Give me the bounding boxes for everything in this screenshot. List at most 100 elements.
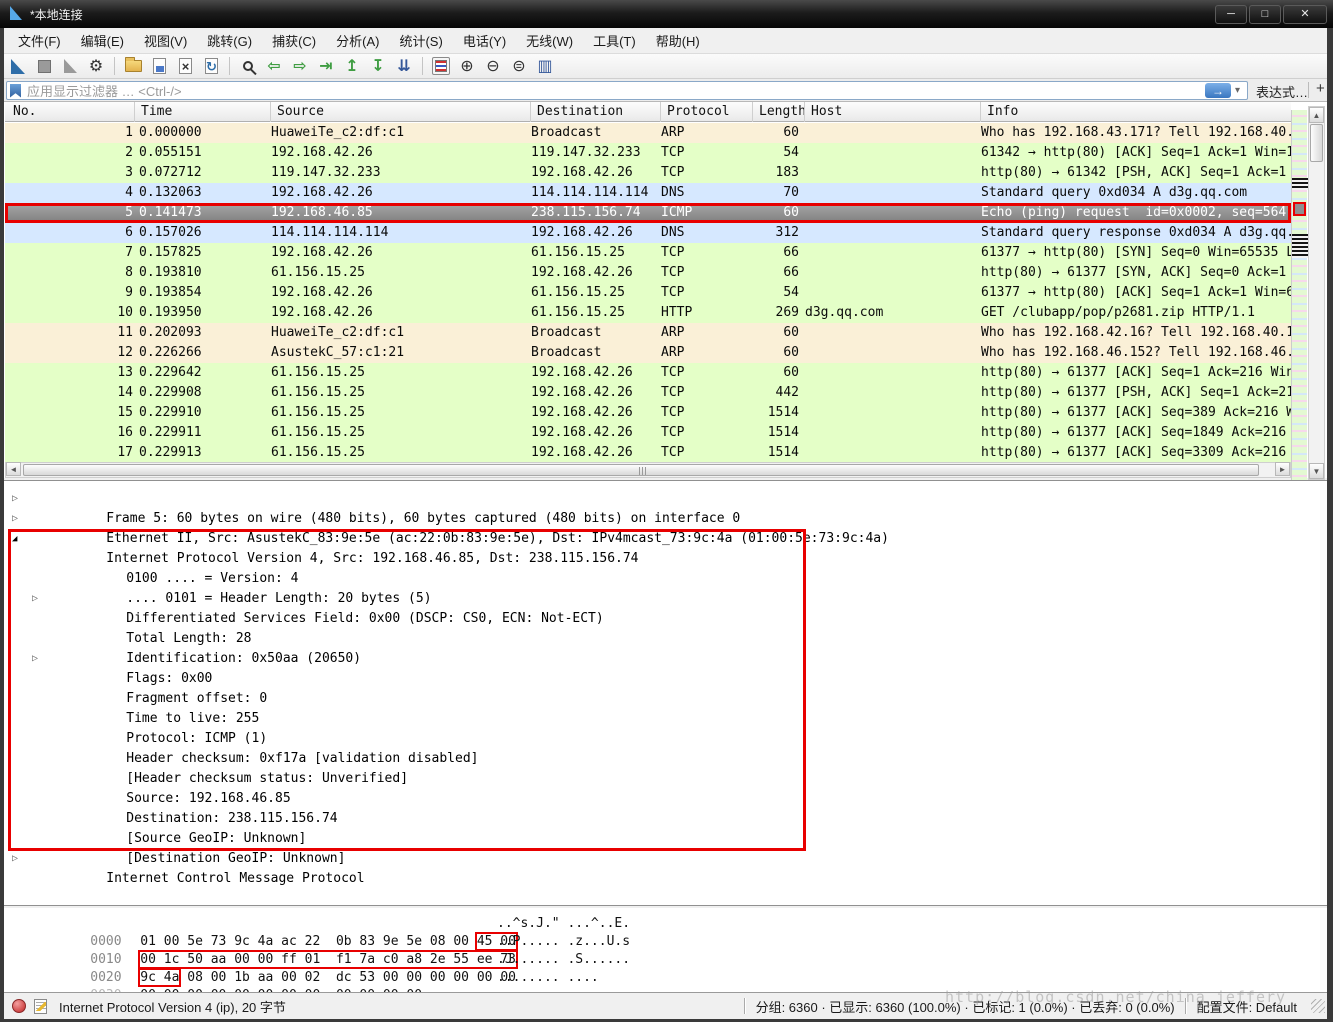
column-header-info[interactable]: Info bbox=[981, 102, 1291, 122]
packet-row[interactable]: 4 0.132063 192.168.42.26 114.114.114.114… bbox=[5, 183, 1291, 203]
detail-line[interactable]: Header checksum: 0xf17a [validation disa… bbox=[0, 729, 1333, 749]
start-capture-icon[interactable] bbox=[6, 55, 30, 77]
filter-bookmark-icon[interactable] bbox=[10, 84, 21, 98]
scroll-left-icon[interactable]: ◄ bbox=[6, 462, 21, 476]
packet-row[interactable]: 17 0.229913 61.156.15.25 192.168.42.26 T… bbox=[5, 443, 1291, 463]
hex-row[interactable]: 003000 00 00 00 00 00 00 00 00 00 00 00 … bbox=[12, 969, 1333, 987]
vertical-scrollbar-thumb[interactable] bbox=[1310, 124, 1323, 162]
menu-item[interactable]: 视图(V) bbox=[134, 27, 197, 54]
detail-line[interactable]: [Header checksum status: Unverified] bbox=[0, 749, 1333, 769]
apply-filter-button[interactable]: → bbox=[1205, 83, 1231, 98]
column-header-host[interactable]: Host bbox=[805, 102, 981, 122]
open-file-icon[interactable] bbox=[121, 55, 145, 77]
packet-row[interactable]: 7 0.157825 192.168.42.26 61.156.15.25 TC… bbox=[5, 243, 1291, 263]
detail-line[interactable]: .... 0101 = Header Length: 20 bytes (5) bbox=[0, 569, 1333, 589]
column-header-destination[interactable]: Destination bbox=[531, 102, 661, 122]
detail-line[interactable]: Fragment offset: 0 bbox=[0, 669, 1333, 689]
close-button[interactable]: ✕ bbox=[1283, 5, 1327, 24]
packet-row[interactable]: 12 0.226266 AsustekC_57:c1:21 Broadcast … bbox=[5, 343, 1291, 363]
detail-line[interactable]: Internet Control Message Protocol bbox=[0, 849, 1333, 869]
menu-item[interactable]: 工具(T) bbox=[583, 27, 646, 54]
status-profile[interactable]: 配置文件: Default bbox=[1197, 997, 1297, 1016]
go-back-icon[interactable]: ⇦ bbox=[262, 55, 286, 77]
menu-item[interactable]: 文件(F) bbox=[8, 27, 71, 54]
add-filter-button[interactable]: + bbox=[1316, 80, 1325, 97]
column-header-no[interactable]: No. bbox=[5, 102, 135, 122]
detail-line[interactable]: Time to live: 255 bbox=[0, 689, 1333, 709]
menu-item[interactable]: 无线(W) bbox=[516, 27, 583, 54]
menu-item[interactable]: 编辑(E) bbox=[71, 27, 134, 54]
menu-item[interactable]: 帮助(H) bbox=[646, 27, 710, 54]
packet-row[interactable]: 16 0.229911 61.156.15.25 192.168.42.26 T… bbox=[5, 423, 1291, 443]
detail-line[interactable]: Total Length: 28 bbox=[0, 609, 1333, 629]
hex-row[interactable]: 000001 00 5e 73 9c 4a ac 22 0b 83 9e 5e … bbox=[12, 915, 1333, 933]
display-filter-input[interactable]: 应用显示过滤器 … <Ctrl-/> → ▾ bbox=[6, 81, 1248, 100]
detail-line[interactable]: Internet Protocol Version 4, Src: 192.16… bbox=[0, 529, 1333, 549]
detail-line[interactable]: Frame 5: 60 bytes on wire (480 bits), 60… bbox=[0, 489, 1333, 509]
detail-line[interactable]: Identification: 0x50aa (20650) bbox=[0, 629, 1333, 649]
hex-row[interactable]: 00209c 4a 08 00 1b aa 00 02 dc 53 00 00 … bbox=[12, 951, 1333, 969]
expression-button[interactable]: 表达式… bbox=[1256, 82, 1308, 101]
menu-item[interactable]: 电话(Y) bbox=[453, 27, 516, 54]
horizontal-scrollbar-thumb[interactable] bbox=[23, 464, 1259, 476]
detail-line[interactable]: [Source GeoIP: Unknown] bbox=[0, 809, 1333, 829]
menu-item[interactable]: 跳转(G) bbox=[197, 27, 262, 54]
menu-item[interactable]: 捕获(C) bbox=[262, 27, 326, 54]
column-header-source[interactable]: Source bbox=[271, 102, 531, 122]
packet-row[interactable]: 14 0.229908 61.156.15.25 192.168.42.26 T… bbox=[5, 383, 1291, 403]
go-forward-icon[interactable]: ⇨ bbox=[288, 55, 312, 77]
go-to-bottom-icon[interactable]: ↧ bbox=[366, 55, 390, 77]
packet-row[interactable]: 13 0.229642 61.156.15.25 192.168.42.26 T… bbox=[5, 363, 1291, 383]
expert-info-icon[interactable] bbox=[12, 999, 26, 1013]
find-packet-icon[interactable] bbox=[236, 55, 260, 77]
packet-row[interactable]: 15 0.229910 61.156.15.25 192.168.42.26 T… bbox=[5, 403, 1291, 423]
scroll-up-icon[interactable]: ▲ bbox=[1309, 107, 1324, 123]
reload-file-icon[interactable]: ↻ bbox=[199, 55, 223, 77]
detail-line[interactable]: 0100 .... = Version: 4 bbox=[0, 549, 1333, 569]
resize-grip[interactable] bbox=[1311, 999, 1325, 1013]
zoom-reset-icon[interactable]: ⊜ bbox=[507, 55, 531, 77]
packet-row[interactable]: 10 0.193950 192.168.42.26 61.156.15.25 H… bbox=[5, 303, 1291, 323]
detail-line[interactable]: Destination: 238.115.156.74 bbox=[0, 789, 1333, 809]
go-to-packet-icon[interactable]: ⇥ bbox=[314, 55, 338, 77]
scroll-right-icon[interactable]: ► bbox=[1275, 462, 1290, 476]
capture-options-icon[interactable]: ⚙ bbox=[84, 55, 108, 77]
column-header-time[interactable]: Time bbox=[135, 102, 271, 122]
zoom-in-icon[interactable]: ⊕ bbox=[455, 55, 479, 77]
auto-scroll-icon[interactable]: ⇊ bbox=[392, 55, 416, 77]
save-file-icon[interactable] bbox=[147, 55, 171, 77]
detail-line[interactable]: Differentiated Services Field: 0x00 (DSC… bbox=[0, 589, 1333, 609]
column-header-length[interactable]: Length bbox=[753, 102, 805, 122]
vertical-scrollbar[interactable]: ▲ ▼ bbox=[1308, 106, 1325, 480]
packet-row[interactable]: 6 0.157026 114.114.114.114 192.168.42.26… bbox=[5, 223, 1291, 243]
packet-row[interactable]: 3 0.072712 119.147.32.233 192.168.42.26 … bbox=[5, 163, 1291, 183]
detail-line[interactable]: Source: 192.168.46.85 bbox=[0, 769, 1333, 789]
packet-row[interactable]: 2 0.055151 192.168.42.26 119.147.32.233 … bbox=[5, 143, 1291, 163]
resize-columns-icon[interactable]: ▥ bbox=[533, 55, 557, 77]
menu-item[interactable]: 分析(A) bbox=[326, 27, 389, 54]
packet-row[interactable]: 9 0.193854 192.168.42.26 61.156.15.25 TC… bbox=[5, 283, 1291, 303]
detail-line[interactable]: Protocol: ICMP (1) bbox=[0, 709, 1333, 729]
filter-dropdown-caret-icon[interactable]: ▾ bbox=[1231, 85, 1244, 96]
go-to-top-icon[interactable]: ↥ bbox=[340, 55, 364, 77]
hex-row[interactable]: 001000 1c 50 aa 00 00 ff 01 f1 7a c0 a8 … bbox=[12, 933, 1333, 951]
packet-row[interactable]: 5 0.141473 192.168.46.85 238.115.156.74 … bbox=[5, 203, 1291, 223]
close-file-icon[interactable]: × bbox=[173, 55, 197, 77]
menu-item[interactable]: 统计(S) bbox=[389, 27, 452, 54]
horizontal-scrollbar[interactable]: ◄ ► bbox=[5, 462, 1291, 478]
detail-line[interactable]: Flags: 0x00 bbox=[0, 649, 1333, 669]
scroll-down-icon[interactable]: ▼ bbox=[1309, 463, 1324, 479]
packet-row[interactable]: 11 0.202093 HuaweiTe_c2:df:c1 Broadcast … bbox=[5, 323, 1291, 343]
packet-row[interactable]: 8 0.193810 61.156.15.25 192.168.42.26 TC… bbox=[5, 263, 1291, 283]
capture-comment-icon[interactable] bbox=[34, 999, 47, 1014]
maximize-button[interactable]: □ bbox=[1249, 5, 1281, 24]
packet-row[interactable]: 1 0.000000 HuaweiTe_c2:df:c1 Broadcast A… bbox=[5, 123, 1291, 143]
detail-line[interactable]: Ethernet II, Src: AsustekC_83:9e:5e (ac:… bbox=[0, 509, 1333, 529]
minimize-button[interactable]: ─ bbox=[1215, 5, 1247, 24]
colorize-icon[interactable] bbox=[429, 55, 453, 77]
detail-line[interactable]: [Destination GeoIP: Unknown] bbox=[0, 829, 1333, 849]
column-header-protocol[interactable]: Protocol bbox=[661, 102, 753, 122]
restart-capture-icon[interactable] bbox=[58, 55, 82, 77]
stop-capture-icon[interactable] bbox=[32, 55, 56, 77]
zoom-out-icon[interactable]: ⊖ bbox=[481, 55, 505, 77]
